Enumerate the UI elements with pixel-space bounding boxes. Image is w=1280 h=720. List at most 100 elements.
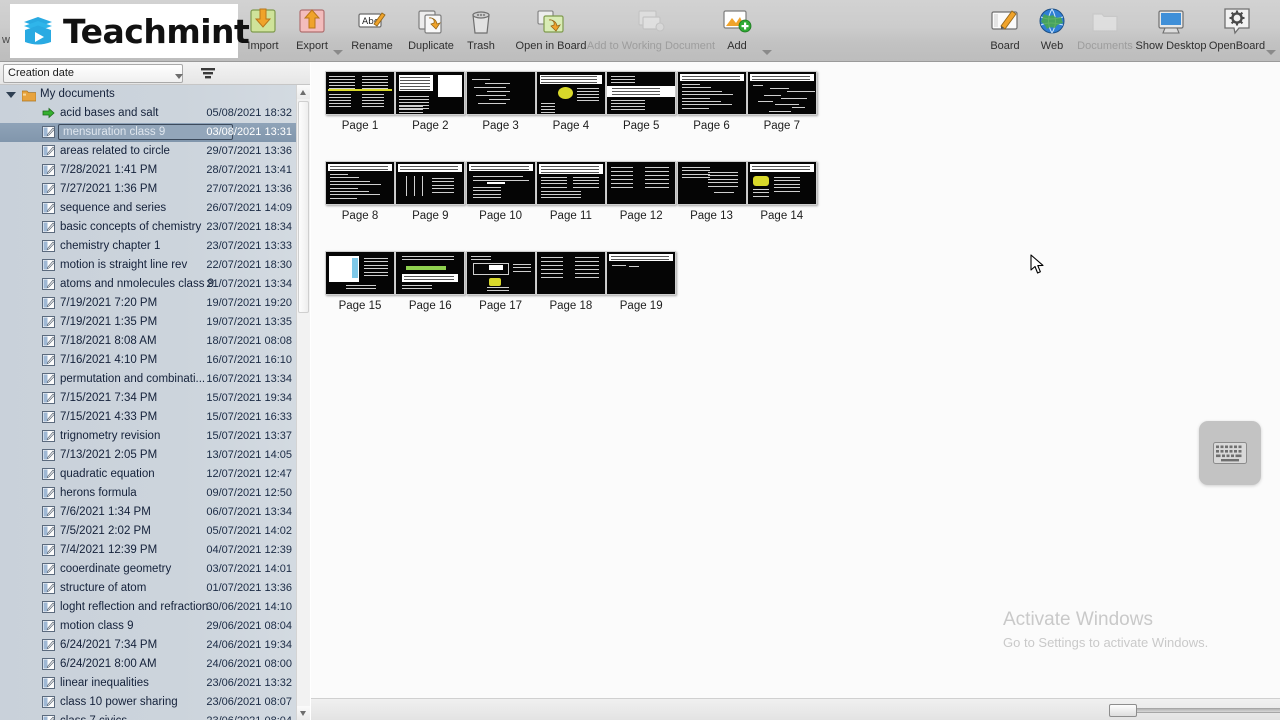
page-thumbnail[interactable]: Page 9 xyxy=(395,161,466,222)
openboard-dropdown-caret[interactable] xyxy=(1266,50,1276,55)
page-thumbnail-image[interactable] xyxy=(465,251,536,295)
page-thumbnail-image[interactable] xyxy=(395,71,466,115)
page-thumbnail-label: Page 8 xyxy=(341,210,379,222)
document-list-item[interactable]: mensuration class 9 03/08/2021 13:31 xyxy=(0,123,296,142)
export-dropdown-caret[interactable] xyxy=(333,50,343,55)
document-list-item[interactable]: 7/15/2021 7:34 PM 15/07/2021 19:34 xyxy=(0,389,296,408)
page-thumbnail[interactable]: Page 8 xyxy=(325,161,395,222)
sidebar-scrollbar-thumb[interactable] xyxy=(298,101,309,313)
page-thumbnail-image[interactable] xyxy=(746,71,817,115)
toolbar-button-rename[interactable]: Abc Rename xyxy=(346,2,398,60)
page-thumbnail-label: Page 2 xyxy=(412,120,449,132)
page-thumbnail-image[interactable] xyxy=(746,161,817,205)
document-list-item[interactable]: loght reflection and refraction 30/06/202… xyxy=(0,598,296,617)
chevron-down-icon[interactable] xyxy=(6,92,16,98)
document-list-item[interactable]: quadratic equation 12/07/2021 12:47 xyxy=(0,465,296,484)
page-thumbnail-image[interactable] xyxy=(395,251,466,295)
page-thumbnail[interactable]: Page 13 xyxy=(676,161,747,222)
page-thumbnail-image[interactable] xyxy=(465,71,536,115)
page-thumbnail[interactable]: Page 16 xyxy=(395,251,466,312)
page-thumbnail[interactable]: Page 17 xyxy=(465,251,536,312)
toolbar-button-import[interactable]: Import xyxy=(238,2,288,60)
document-list-item[interactable]: 6/24/2021 7:34 PM 24/06/2021 19:34 xyxy=(0,636,296,655)
document-list-item[interactable]: structure of atom 01/07/2021 13:36 xyxy=(0,579,296,598)
toolbar-button-show-desktop[interactable]: Show Desktop xyxy=(1136,2,1206,60)
toolbar-button-web[interactable]: Web xyxy=(1030,2,1074,60)
document-list-item[interactable]: atoms and nmolecules class 9 21/07/2021 1… xyxy=(0,275,296,294)
page-thumbnail-image[interactable] xyxy=(535,161,606,205)
virtual-keyboard-button[interactable] xyxy=(1199,421,1261,485)
page-thumbnail[interactable]: Page 14 xyxy=(746,161,817,222)
toolbar-button-add[interactable]: Add xyxy=(714,2,760,60)
document-list-item[interactable]: linear inequalities 23/06/2021 13:32 xyxy=(0,674,296,693)
document-list-item[interactable]: acid bases and salt 05/08/2021 18:32 xyxy=(0,104,296,123)
tree-root-my-documents[interactable]: My documents xyxy=(0,85,296,104)
page-thumbnail-image[interactable] xyxy=(325,251,395,295)
document-list-item[interactable]: 7/16/2021 4:10 PM 16/07/2021 16:10 xyxy=(0,351,296,370)
document-list-item[interactable]: permutation and combinati... 16/07/2021 1… xyxy=(0,370,296,389)
document-list-item[interactable]: chemistry chapter 1 23/07/2021 13:33 xyxy=(0,237,296,256)
document-list-item[interactable]: cooerdinate geometry 03/07/2021 14:01 xyxy=(0,560,296,579)
document-list-item[interactable]: trignometry revision 15/07/2021 13:37 xyxy=(0,427,296,446)
document-list-item[interactable]: 7/28/2021 1:41 PM 28/07/2021 13:41 xyxy=(0,161,296,180)
page-thumbnail-image[interactable] xyxy=(676,71,747,115)
sidebar-scrollbar[interactable] xyxy=(296,85,310,720)
document-list[interactable]: acid bases and salt 05/08/2021 18:32 mens… xyxy=(0,104,296,720)
thumbnail-size-slider-thumb[interactable] xyxy=(1109,704,1137,717)
document-list-item[interactable]: 7/27/2021 1:36 PM 27/07/2021 13:36 xyxy=(0,180,296,199)
document-list-item[interactable]: areas related to circle 29/07/2021 13:36 xyxy=(0,142,296,161)
add-dropdown-caret[interactable] xyxy=(762,50,772,55)
document-list-item[interactable]: 7/19/2021 1:35 PM 19/07/2021 13:35 xyxy=(0,313,296,332)
page-thumbnail[interactable]: Page 7 xyxy=(746,71,817,132)
sort-by-select[interactable]: Creation date xyxy=(3,64,183,83)
page-thumbnail[interactable]: Page 2 xyxy=(395,71,466,132)
page-thumbnail[interactable]: Page 11 xyxy=(535,161,606,222)
scroll-up-arrow-icon[interactable] xyxy=(297,85,310,99)
document-list-item[interactable]: 7/15/2021 4:33 PM 15/07/2021 16:33 xyxy=(0,408,296,427)
toolbar-button-board[interactable]: Board xyxy=(982,2,1028,60)
document-list-item[interactable]: 7/5/2021 2:02 PM 05/07/2021 14:02 xyxy=(0,522,296,541)
page-thumbnail[interactable]: Page 19 xyxy=(606,251,677,312)
page-thumbnail-image[interactable] xyxy=(606,251,677,295)
document-list-item[interactable]: 7/6/2021 1:34 PM 06/07/2021 13:34 xyxy=(0,503,296,522)
page-thumbnail-image[interactable] xyxy=(535,251,606,295)
page-thumbnail-image[interactable] xyxy=(606,161,677,205)
document-list-item[interactable]: herons formula 09/07/2021 12:50 xyxy=(0,484,296,503)
document-list-item[interactable]: sequence and series 26/07/2021 14:09 xyxy=(0,199,296,218)
filter-icon[interactable] xyxy=(200,66,216,81)
page-thumbnail-image[interactable] xyxy=(325,71,395,115)
page-thumbnail-image[interactable] xyxy=(465,161,536,205)
document-list-item[interactable]: class 10 power sharing 23/06/2021 08:07 xyxy=(0,693,296,712)
page-thumbnail[interactable]: Page 12 xyxy=(606,161,677,222)
page-thumbnail[interactable]: Page 5 xyxy=(606,71,677,132)
page-thumbnail[interactable]: Page 6 xyxy=(676,71,747,132)
document-list-item[interactable]: motion is straight line rev 22/07/2021 18… xyxy=(0,256,296,275)
page-thumbnail[interactable]: Page 4 xyxy=(535,71,606,132)
page-thumbnail[interactable]: Page 15 xyxy=(325,251,395,312)
document-list-item[interactable]: motion class 9 29/06/2021 08:04 xyxy=(0,617,296,636)
toolbar-button-openboard[interactable]: OpenBoard xyxy=(1204,2,1270,60)
page-thumbnail-image[interactable] xyxy=(676,161,747,205)
page-thumbnail[interactable]: Page 1 xyxy=(325,71,395,132)
page-thumbnail-image[interactable] xyxy=(535,71,606,115)
page-thumbnail-image[interactable] xyxy=(606,71,677,115)
document-list-item[interactable]: 6/24/2021 8:00 AM 24/06/2021 08:00 xyxy=(0,655,296,674)
page-thumbnail[interactable]: Page 18 xyxy=(535,251,606,312)
toolbar-button-export[interactable]: Export xyxy=(288,2,336,60)
document-list-item[interactable]: basic concepts of chemistry 23/07/2021 18… xyxy=(0,218,296,237)
documents-tree[interactable]: My documents acid bases and salt 05/08/20… xyxy=(0,85,296,720)
document-list-item[interactable]: 7/4/2021 12:39 PM 04/07/2021 12:39 xyxy=(0,541,296,560)
document-list-item[interactable]: 7/19/2021 7:20 PM 19/07/2021 19:20 xyxy=(0,294,296,313)
document-list-item[interactable]: 7/13/2021 2:05 PM 13/07/2021 14:05 xyxy=(0,446,296,465)
page-thumbnail[interactable]: Page 10 xyxy=(465,161,536,222)
page-thumbnail[interactable]: Page 3 xyxy=(465,71,536,132)
scroll-down-arrow-icon[interactable] xyxy=(297,706,310,720)
thumbnail-size-slider-track[interactable] xyxy=(1113,708,1280,713)
toolbar-button-duplicate[interactable]: Duplicate xyxy=(400,2,462,60)
document-name: class 7 civics xyxy=(60,715,127,720)
toolbar-button-trash[interactable]: Trash xyxy=(458,2,504,60)
document-list-item[interactable]: class 7 civics 23/06/2021 08:04 xyxy=(0,712,296,720)
page-thumbnail-image[interactable] xyxy=(395,161,466,205)
page-thumbnail-image[interactable] xyxy=(325,161,395,205)
document-list-item[interactable]: 7/18/2021 8:08 AM 18/07/2021 08:08 xyxy=(0,332,296,351)
